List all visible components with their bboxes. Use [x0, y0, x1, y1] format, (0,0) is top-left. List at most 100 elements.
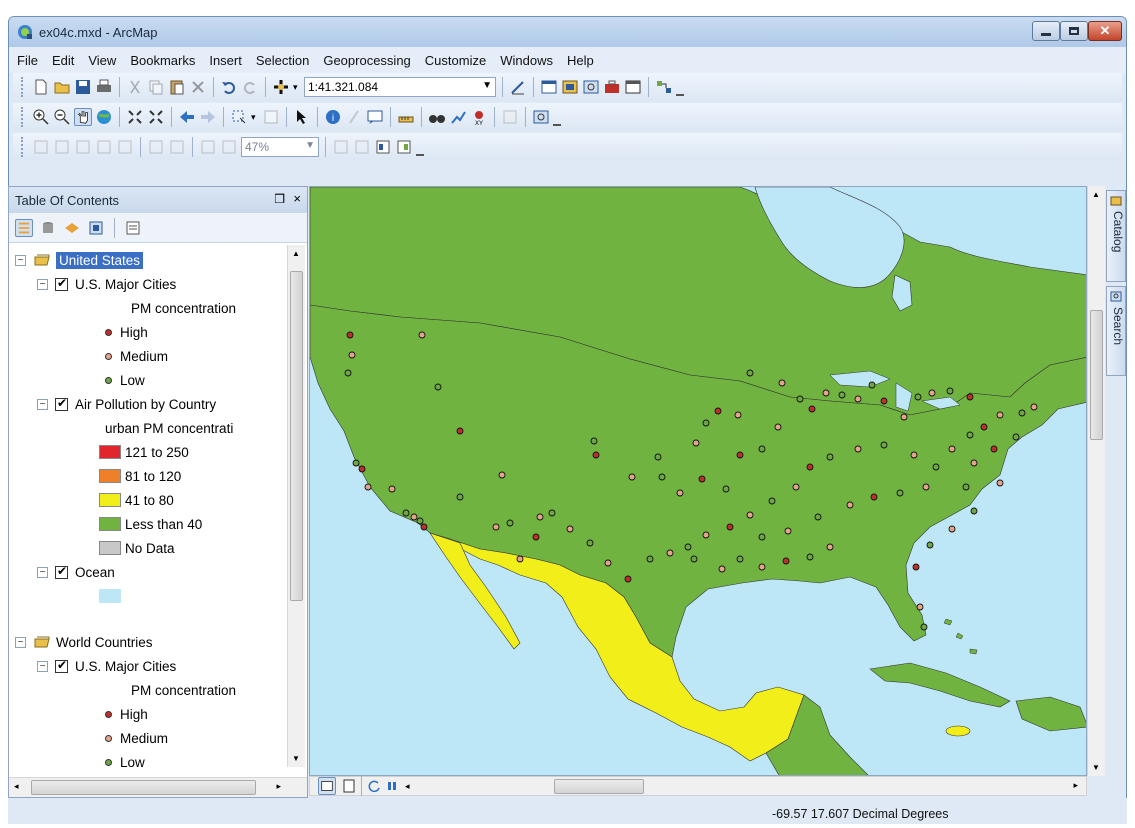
tab-catalog[interactable]: Catalog [1106, 190, 1126, 282]
point-symbol[interactable] [105, 328, 112, 336]
city-point[interactable] [914, 393, 922, 401]
collapse-icon[interactable]: − [37, 398, 48, 410]
map-canvas[interactable] [310, 187, 1087, 776]
menu-geoprocessing[interactable]: Geoprocessing [323, 53, 410, 68]
toc-vertical-scrollbar[interactable]: ▲ ▼ [287, 245, 305, 767]
layer-name[interactable]: U.S. Major Cities [75, 277, 176, 292]
layer-row[interactable]: − U.S. Major Cities [37, 655, 176, 677]
city-point[interactable] [690, 555, 698, 563]
hyperlink-icon[interactable] [345, 108, 363, 126]
city-point[interactable] [628, 473, 636, 481]
city-point[interactable] [420, 523, 428, 531]
search-window-icon[interactable] [582, 78, 600, 96]
pan-icon[interactable] [74, 108, 92, 126]
city-point[interactable] [532, 533, 540, 541]
print-icon[interactable] [95, 78, 113, 96]
city-point[interactable] [516, 555, 524, 563]
city-point[interactable] [418, 331, 426, 339]
close-icon[interactable]: × [293, 191, 301, 206]
delete-icon[interactable] [189, 78, 207, 96]
city-point[interactable] [996, 479, 1004, 487]
scroll-thumb[interactable] [1090, 310, 1103, 440]
layout-zoom-combo[interactable]: 47% ▼ [241, 137, 319, 157]
city-point[interactable] [604, 559, 612, 567]
city-point[interactable] [966, 431, 974, 439]
open-folder-icon[interactable] [53, 78, 71, 96]
city-point[interactable] [922, 483, 930, 491]
city-point[interactable] [928, 389, 936, 397]
city-point[interactable] [734, 411, 742, 419]
city-point[interactable] [880, 397, 888, 405]
full-extent-icon[interactable] [95, 108, 113, 126]
legend-class-row[interactable]: 121 to 250 [99, 441, 189, 463]
layout-zoom-in-icon[interactable] [32, 138, 50, 156]
city-point[interactable] [990, 445, 998, 453]
city-point[interactable] [758, 533, 766, 541]
city-point[interactable] [912, 563, 920, 571]
city-point[interactable] [808, 405, 816, 413]
data-frame-name[interactable]: United States [56, 251, 144, 269]
fill-symbol[interactable] [99, 493, 121, 507]
city-point[interactable] [758, 563, 766, 571]
fixed-zoom-in-icon[interactable] [126, 108, 144, 126]
city-point[interactable] [784, 527, 792, 535]
city-point[interactable] [506, 519, 514, 527]
back-extent-icon[interactable] [178, 108, 196, 126]
fill-symbol[interactable] [99, 541, 121, 555]
refresh-icon[interactable] [365, 777, 383, 795]
city-point[interactable] [806, 463, 814, 471]
time-slider-icon[interactable] [501, 108, 519, 126]
toggle-draft-mode-icon[interactable] [332, 138, 350, 156]
city-point[interactable] [980, 423, 988, 431]
add-data-dropdown-icon[interactable]: ▾ [293, 82, 301, 93]
save-icon[interactable] [74, 78, 92, 96]
city-point[interactable] [566, 525, 574, 533]
collapse-icon[interactable]: − [15, 636, 26, 648]
focus-data-frame-icon[interactable] [353, 138, 371, 156]
layer-visibility-checkbox[interactable] [55, 564, 68, 579]
city-point[interactable] [746, 369, 754, 377]
menu-insert[interactable]: Insert [209, 53, 242, 68]
legend-class-row[interactable]: High [105, 321, 148, 343]
layer-name[interactable]: U.S. Major Cities [75, 659, 176, 674]
fill-symbol[interactable] [99, 445, 121, 459]
city-point[interactable] [364, 483, 372, 491]
city-point[interactable] [768, 497, 776, 505]
layer-row[interactable]: − Ocean [37, 561, 115, 583]
scroll-thumb[interactable] [290, 271, 303, 601]
close-button[interactable]: ✕ [1088, 21, 1122, 41]
menu-customize[interactable]: Customize [425, 53, 486, 68]
city-point[interactable] [826, 543, 834, 551]
toolbar-grip[interactable] [21, 137, 25, 157]
map-view[interactable] [309, 186, 1087, 776]
zoom-out-icon[interactable] [53, 108, 71, 126]
model-builder-icon[interactable] [655, 78, 673, 96]
city-point[interactable] [932, 463, 940, 471]
tab-search[interactable]: Search [1106, 286, 1126, 376]
city-point[interactable] [590, 437, 598, 445]
measure-icon[interactable] [397, 108, 415, 126]
cut-icon[interactable] [126, 78, 144, 96]
data-frame-name[interactable]: World Countries [56, 635, 153, 650]
city-point[interactable] [698, 475, 706, 483]
city-point[interactable] [548, 509, 556, 517]
data-frame-row[interactable]: − United States [15, 249, 144, 271]
point-symbol[interactable] [105, 734, 112, 742]
list-by-drawing-order-icon[interactable] [15, 218, 33, 237]
menu-view[interactable]: View [88, 53, 116, 68]
identify-icon[interactable]: i [324, 108, 342, 126]
layout-pan-icon[interactable] [74, 138, 92, 156]
city-point[interactable] [792, 483, 800, 491]
layer-name[interactable]: Ocean [75, 565, 115, 580]
city-point[interactable] [456, 493, 464, 501]
new-document-icon[interactable] [32, 78, 50, 96]
menu-selection[interactable]: Selection [256, 53, 309, 68]
layer-name[interactable]: Air Pollution by Country [75, 397, 216, 412]
find-route-icon[interactable] [449, 108, 467, 126]
scroll-up-icon[interactable]: ▲ [1092, 190, 1100, 199]
legend-class-row[interactable]: 41 to 80 [99, 489, 174, 511]
scroll-right-icon[interactable]: ▸ [1073, 780, 1078, 791]
toolbar-grip[interactable] [21, 77, 25, 97]
city-point[interactable] [666, 549, 674, 557]
scroll-thumb[interactable] [554, 779, 644, 794]
